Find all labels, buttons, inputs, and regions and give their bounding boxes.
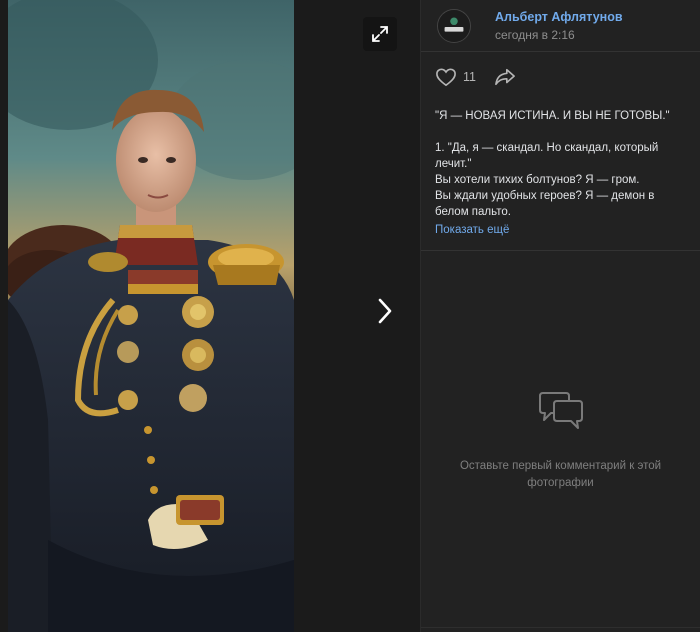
comments-icon: [538, 392, 583, 429]
author-avatar[interactable]: [437, 8, 471, 43]
post-paragraph: 1. "Да, я — скандал. Но скандал, который…: [435, 140, 686, 220]
show-more-link[interactable]: Показать ещё: [435, 222, 509, 238]
author-info: Альберт Афлятунов сегодня в 2:16: [495, 9, 623, 43]
post-line: 1. "Да, я — скандал. Но скандал, который…: [435, 142, 659, 170]
next-photo-button[interactable]: [370, 296, 400, 326]
portrait-photo[interactable]: [8, 0, 294, 632]
share-icon: [495, 68, 515, 86]
like-count: 11: [463, 70, 476, 84]
post-line: Вы хотели тихих болтунов? Я — гром.: [435, 174, 640, 186]
photo-area: [0, 0, 420, 632]
chevron-right-icon: [378, 298, 392, 324]
author-header: Альберт Афлятунов сегодня в 2:16: [421, 0, 700, 52]
heart-icon: [436, 68, 456, 87]
post-headline: "Я — НОВАЯ ИСТИНА. И ВЫ НЕ ГОТОВЫ.": [435, 110, 670, 122]
comments-icon-wrap: [421, 390, 700, 434]
expand-icon: [372, 26, 388, 42]
expand-button[interactable]: [363, 17, 397, 51]
bottom-divider: [421, 627, 700, 628]
like-button[interactable]: 11: [435, 67, 476, 87]
comments-empty-state: Оставьте первый комментарий к этой фотог…: [421, 390, 700, 492]
post-text: "Я — НОВАЯ ИСТИНА. И ВЫ НЕ ГОТОВЫ." 1. "…: [421, 108, 700, 238]
photo-viewer: Альберт Афлятунов сегодня в 2:16 11 "Я —…: [0, 0, 700, 632]
share-button[interactable]: [494, 67, 516, 87]
author-name-link[interactable]: Альберт Афлятунов: [495, 9, 623, 25]
empty-comments-text: Оставьте первый комментарий к этой фотог…: [459, 460, 662, 489]
post-line: Вы ждали удобных героев? Я — демон в бел…: [435, 190, 655, 218]
photo-sidebar: Альберт Афлятунов сегодня в 2:16 11 "Я —…: [420, 0, 700, 632]
divider: [421, 250, 700, 251]
portrait-image: [8, 0, 294, 632]
avatar-logo-icon: [438, 9, 470, 42]
post-timestamp[interactable]: сегодня в 2:16: [495, 27, 623, 43]
post-actions: 11: [421, 52, 700, 102]
